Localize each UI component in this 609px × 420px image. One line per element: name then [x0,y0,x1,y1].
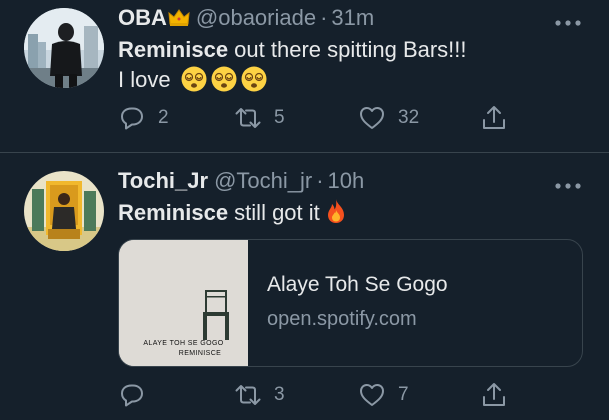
avatar-image [24,8,104,88]
avatar-image [24,171,104,251]
more-icon[interactable] [553,178,583,189]
retweet-icon [235,108,261,128]
retweet-button[interactable]: 3 [234,380,285,410]
avatar[interactable] [24,171,104,251]
reply-icon [121,384,143,407]
tweet-text-line2: I love [118,67,171,92]
display-name[interactable]: OBA [118,5,167,31]
reply-button[interactable]: 2 [118,103,169,133]
like-icon [360,384,384,406]
share-icon [483,106,505,129]
chair-image [119,240,248,366]
tweet-text-rest: out there spitting Bars!!! [228,37,467,62]
retweet-count: 3 [274,384,285,405]
more-icon[interactable] [553,15,583,26]
reply-icon [121,107,143,130]
reply-count: 2 [158,107,169,128]
separator-dot: · [316,168,324,193]
link-preview-card[interactable]: ALAYE TOH SE GOGO REMINISCE Alaye Toh Se… [118,239,583,367]
dizzy-face-emoji [181,66,207,92]
timestamp[interactable]: 31m [331,5,374,31]
fire-emoji [327,199,344,223]
retweet-icon [235,385,261,405]
user-handle[interactable]: @Tochi_jr [214,168,312,194]
dizzy-face-emoji [211,66,237,92]
album-art: ALAYE TOH SE GOGO REMINISCE [119,240,248,366]
share-button[interactable] [480,380,508,410]
tweet-text: Reminisce still got it [118,198,348,228]
tweet-header: OBA @obaoriade · 31m [118,3,374,33]
retweet-count: 5 [274,107,285,128]
like-button[interactable]: 7 [358,380,409,410]
like-button[interactable]: 32 [358,103,419,133]
like-icon [360,107,384,129]
like-count: 7 [398,384,409,405]
reply-button[interactable] [118,380,158,410]
tweet-actions: 2 5 32 [118,103,538,133]
mention-text: Reminisce [118,200,229,225]
dizzy-face-emoji [241,66,267,92]
album-title-text: ALAYE TOH SE GOGO [143,340,224,347]
retweet-button[interactable]: 5 [234,103,285,133]
tweet-text-rest: still got it [228,200,320,225]
share-icon [483,383,505,406]
tweet-actions: 3 7 [118,380,538,410]
tweet-header: Tochi_Jr @Tochi_jr · 10h [118,166,364,196]
tweet-text: Reminisce out there spitting Bars!!! I l… [118,35,467,95]
card-title[interactable]: Alaye Toh Se Gogo [267,273,448,297]
timestamp[interactable]: 10h [328,168,365,194]
card-domain[interactable]: open.spotify.com [267,308,417,331]
crown-emoji [168,9,190,26]
display-name[interactable]: Tochi_Jr [118,168,208,194]
share-button[interactable] [480,103,508,133]
user-handle[interactable]: @obaoriade [196,5,316,31]
like-count: 32 [398,107,420,128]
album-artist-text: REMINISCE [178,350,222,357]
separator-dot: · [320,5,328,30]
avatar[interactable] [24,8,104,88]
mention-text: Reminisce [118,37,229,62]
